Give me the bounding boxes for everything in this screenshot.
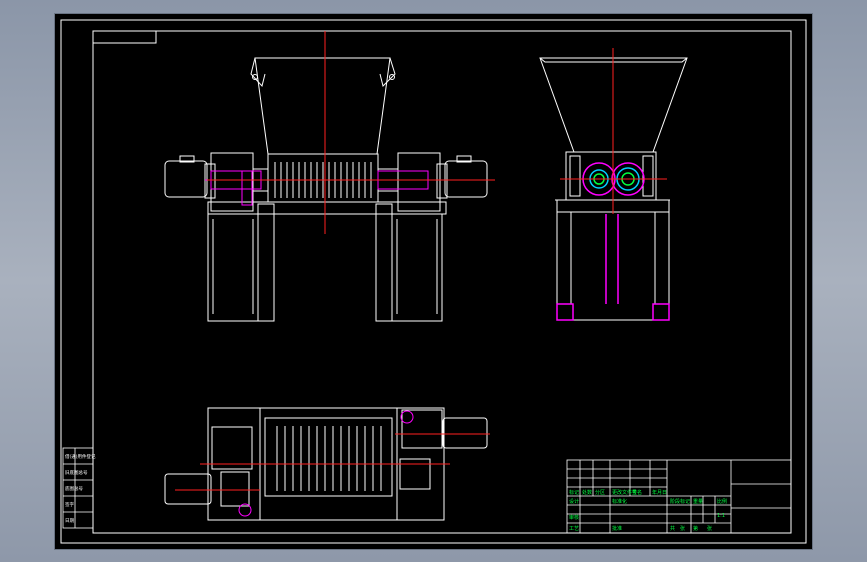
top-motor-right: [442, 417, 488, 449]
tb-design: 设计: [569, 498, 579, 505]
tb-count: 处数: [582, 489, 592, 496]
tb-signature: 签名: [632, 489, 642, 496]
tb-stage-mark: 阶段标记: [670, 498, 690, 505]
tb-scale-value: 1:1: [717, 513, 725, 519]
front-motor-left: [164, 160, 208, 198]
tb-total: 共: [670, 525, 675, 532]
tb-sheets-2: 张: [707, 525, 712, 532]
side-drawing-no: 底图总号: [65, 485, 83, 492]
tb-zone: 分区: [595, 489, 605, 496]
cad-drawing: 标记 处数 分区 更改文件号 签名 年月日 设计 标准化 阶段标记 重量 比例 …: [60, 19, 807, 544]
cad-viewport[interactable]: 标记 处数 分区 更改文件号 签名 年月日 设计 标准化 阶段标记 重量 比例 …: [55, 14, 812, 549]
tb-date: 年月日: [652, 489, 667, 496]
top-cutter-fins: [276, 426, 382, 491]
tb-weight: 重量: [693, 498, 703, 505]
front-center-lines: [207, 31, 495, 234]
code-box: [92, 30, 157, 44]
tb-standardize: 标准化: [612, 498, 627, 505]
side-date: 日期: [65, 518, 74, 524]
side-frame: [556, 199, 670, 321]
tb-number: 第: [693, 525, 698, 532]
tb-review: 审核: [569, 514, 579, 521]
front-leg-right-outer: [391, 213, 443, 322]
side-old-drawing-no: 旧底图总号: [65, 469, 88, 476]
tb-scale: 比例: [717, 498, 727, 505]
front-motor-right: [444, 160, 488, 198]
side-reg: 借(通)用件登记: [65, 453, 96, 460]
front-leg-left-outer: [207, 213, 259, 322]
tb-sheets-1: 张: [680, 525, 685, 532]
side-center-lines: [560, 48, 667, 214]
top-motor-left: [164, 473, 212, 505]
tb-process: 工艺: [569, 526, 579, 532]
side-sign: 签字: [65, 501, 74, 508]
title-block: [566, 459, 792, 534]
tb-mark: 标记: [569, 489, 579, 496]
tb-approve: 批准: [612, 525, 622, 532]
outer-border: [60, 19, 807, 544]
front-hopper: [254, 57, 391, 155]
front-frame-beam: [207, 201, 447, 215]
